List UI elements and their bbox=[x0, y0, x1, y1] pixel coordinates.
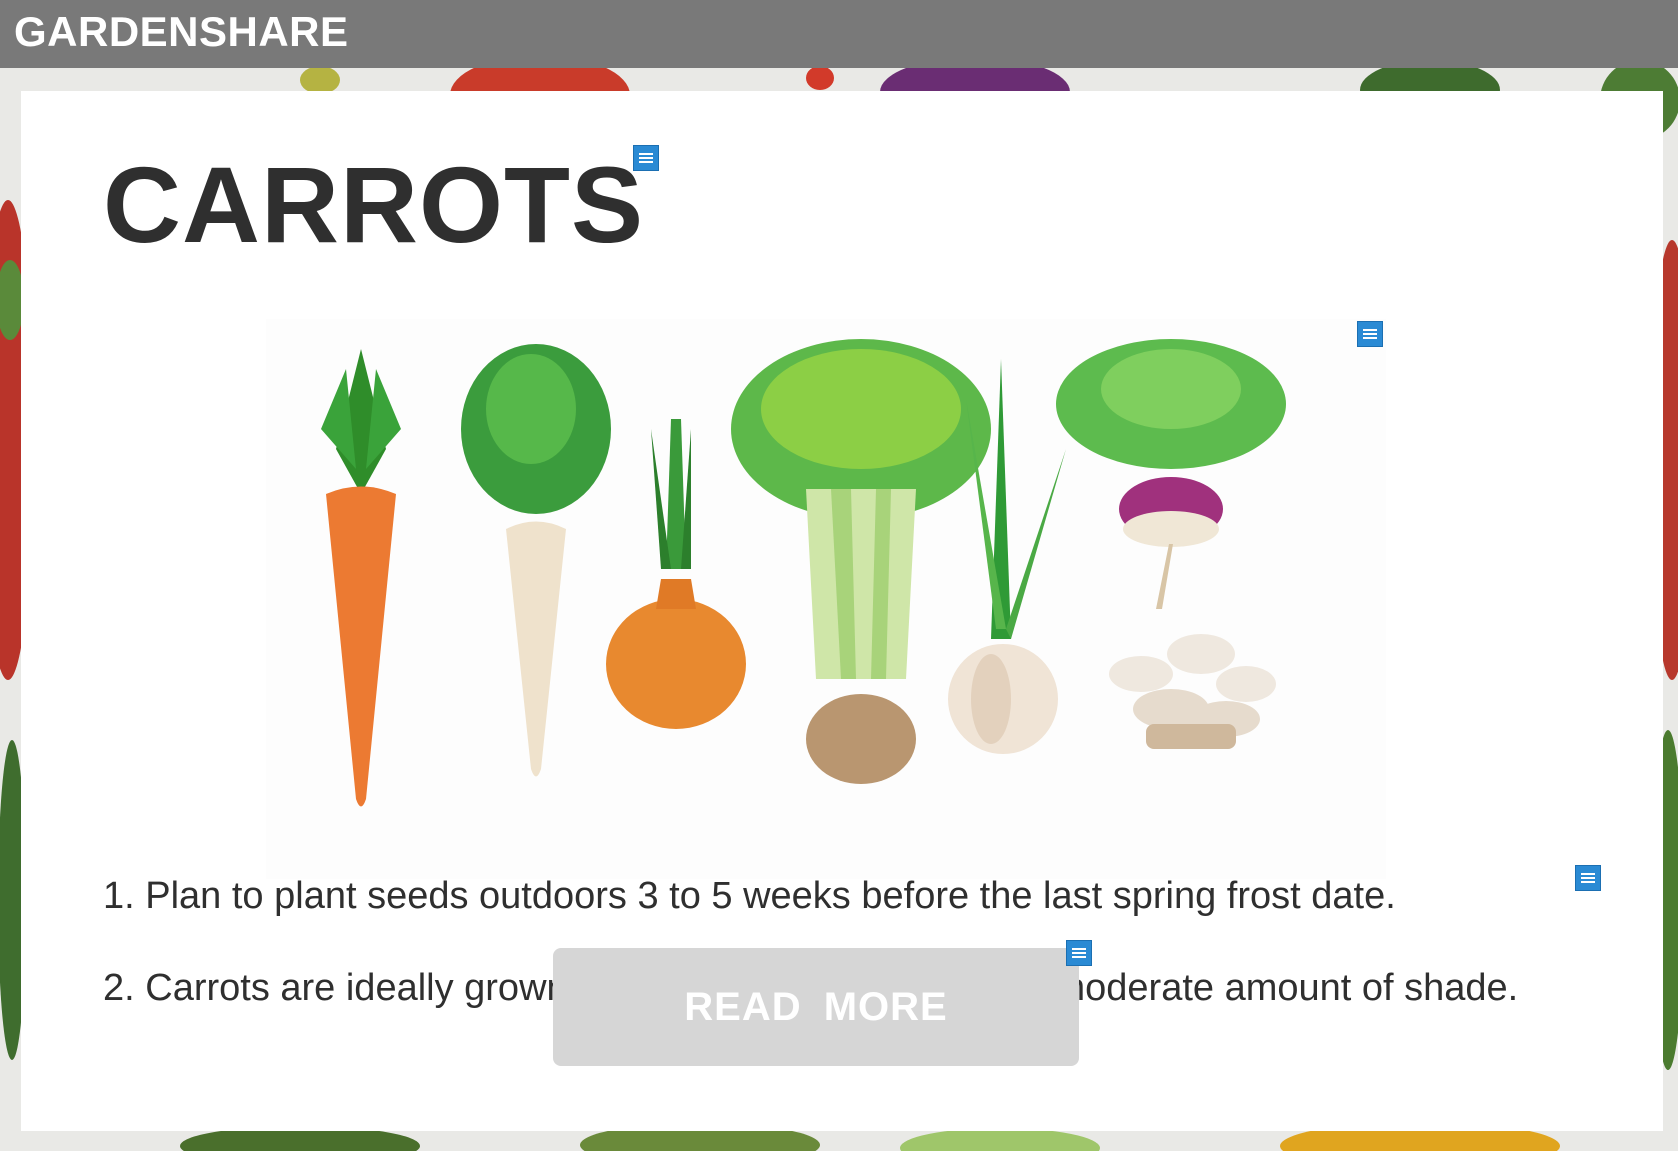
top-header: GARDENSHARE bbox=[0, 0, 1678, 68]
mushroom-icon bbox=[1109, 634, 1276, 749]
tip-1: 1. Plan to plant seeds outdoors 3 to 5 w… bbox=[103, 875, 1396, 917]
edit-handle-icon[interactable] bbox=[1066, 940, 1092, 966]
article-card: CARROTS 1. Plan to plant seeds outdoors … bbox=[21, 91, 1663, 1131]
edit-handle-icon[interactable] bbox=[633, 145, 659, 171]
brand-logo-text[interactable]: GARDENSHARE bbox=[14, 8, 349, 56]
carrot-icon bbox=[321, 349, 401, 807]
edit-handle-icon[interactable] bbox=[1575, 865, 1601, 891]
read-more-button[interactable]: READ MORE bbox=[553, 948, 1079, 1066]
parsnip-icon bbox=[461, 344, 611, 777]
edit-handle-icon[interactable] bbox=[1357, 321, 1383, 347]
turnip-icon bbox=[1056, 339, 1286, 609]
vegetables-illustration bbox=[266, 319, 1386, 879]
page-title: CARROTS bbox=[103, 144, 644, 265]
onion-icon bbox=[606, 419, 746, 729]
